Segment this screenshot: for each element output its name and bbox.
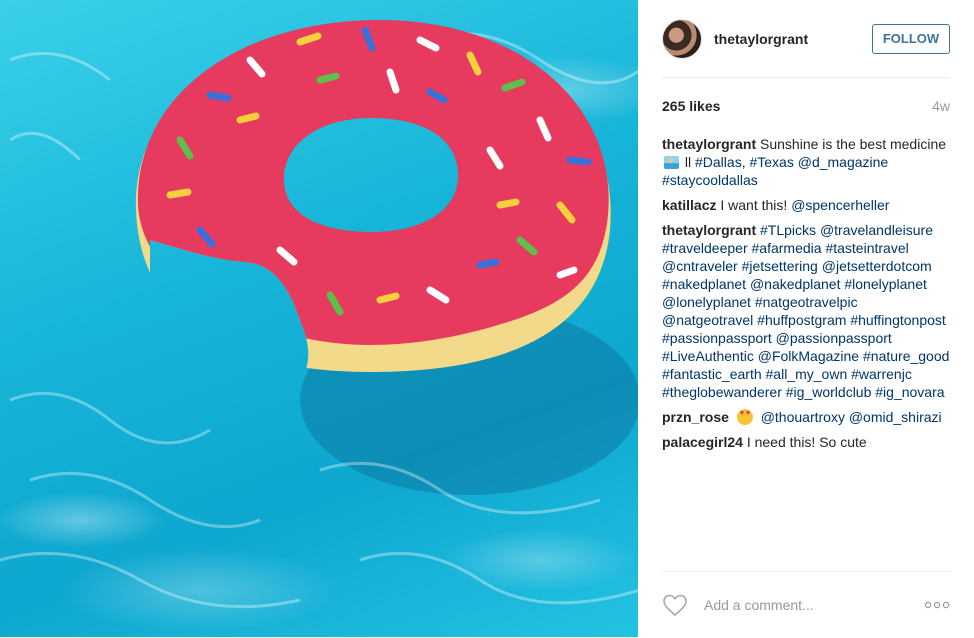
post-meta: 265 likes 4w xyxy=(662,96,950,116)
hashtag-link[interactable]: #tasteintravel xyxy=(825,240,908,256)
donut-float-illustration xyxy=(0,20,638,609)
mention-link[interactable]: @d_magazine xyxy=(798,154,889,170)
comment-text: I want this! xyxy=(720,197,788,213)
instagram-post: thetaylorgrant FOLLOW 265 likes 4w theta… xyxy=(0,0,974,637)
comment-username[interactable]: thetaylorgrant xyxy=(662,222,756,238)
donut-icing xyxy=(137,20,609,345)
hashtag-link[interactable]: #fantastic_earth xyxy=(662,366,762,382)
comment-username[interactable]: katillacz xyxy=(662,197,716,213)
caption: thetaylorgrant Sunshine is the best medi… xyxy=(662,136,947,188)
hashtag-link[interactable]: #lonelyplanet xyxy=(844,276,927,292)
mention-link[interactable]: @cntraveler xyxy=(662,258,738,274)
more-options-icon[interactable] xyxy=(924,601,950,609)
hashtag-link[interactable]: #Texas xyxy=(749,154,793,170)
hashtag-link[interactable]: #TLpicks xyxy=(760,222,816,238)
comment-text: I need this! So cute xyxy=(746,434,867,450)
mention-link[interactable]: @FolkMagazine xyxy=(758,348,859,364)
caption-separator: ll xyxy=(681,154,695,170)
post-photo[interactable] xyxy=(0,0,638,637)
post-time-ago[interactable]: 4w xyxy=(932,98,950,114)
post-header: thetaylorgrant FOLLOW xyxy=(662,0,950,78)
post-author-username[interactable]: thetaylorgrant xyxy=(714,31,872,47)
hashtag-link[interactable]: #warrenjc xyxy=(851,366,912,382)
hashtag-link[interactable]: #traveldeeper xyxy=(662,240,748,256)
heart-icon[interactable] xyxy=(662,593,688,617)
mention-link[interactable]: @travelandleisure xyxy=(820,222,933,238)
hashtag-link[interactable]: #staycooldallas xyxy=(662,172,758,188)
follow-button[interactable]: FOLLOW xyxy=(872,23,950,54)
mention-link[interactable]: @jetsetterdotcom xyxy=(822,258,932,274)
hashtag-link[interactable]: #afarmedia xyxy=(752,240,822,256)
hashtag-link[interactable]: #ig_worldclub xyxy=(786,384,872,400)
mention-link[interactable]: @omid_shirazi xyxy=(849,409,942,425)
comment-username[interactable]: przn_rose xyxy=(662,409,729,425)
hashtag-link[interactable]: #jetsettering xyxy=(742,258,818,274)
hashtag-link[interactable]: #huffingtonpost xyxy=(850,312,946,328)
hashtag-link[interactable]: #all_my_own xyxy=(766,366,848,382)
add-comment-input[interactable] xyxy=(702,596,924,614)
list-item: przn_rose @thouartroxy @omid_shirazi xyxy=(662,408,950,426)
hashtag-link[interactable]: #passionpassport xyxy=(662,330,772,346)
mention-link[interactable]: @lonelyplanet xyxy=(662,294,751,310)
hashtag-link[interactable]: #Dallas xyxy=(695,154,742,170)
hashtag-link[interactable]: #natgeotravelpic xyxy=(755,294,858,310)
comment-username[interactable]: palacegirl24 xyxy=(662,434,743,450)
caption-text: Sunshine is the best medicine xyxy=(760,136,947,152)
list-item: thetaylorgrant #TLpicks @travelandleisur… xyxy=(662,221,950,401)
list-item: katillacz I want this! @spencerheller xyxy=(662,196,950,214)
hashtag-link[interactable]: #theglobewanderer xyxy=(662,384,782,400)
mention-link[interactable]: @passionpassport xyxy=(776,330,892,346)
avatar[interactable] xyxy=(662,18,702,59)
hashtag-link[interactable]: #ig_novara xyxy=(875,384,944,400)
post-details-panel: thetaylorgrant FOLLOW 265 likes 4w theta… xyxy=(638,0,974,637)
hashtag-link[interactable]: #nakedplanet xyxy=(662,276,746,292)
likes-count[interactable]: 265 likes xyxy=(662,98,720,114)
mention-link[interactable]: @nakedplanet xyxy=(750,276,841,292)
comment-composer xyxy=(662,571,950,638)
hashtag-link[interactable]: #huffpostgram xyxy=(757,312,846,328)
caption-username[interactable]: thetaylorgrant xyxy=(662,136,756,152)
mention-link[interactable]: @spencerheller xyxy=(791,197,889,213)
hashtag-link[interactable]: #nature_good xyxy=(863,348,949,364)
hashtag-link[interactable]: #LiveAuthentic xyxy=(662,348,754,364)
mention-link[interactable]: @thouartroxy xyxy=(761,409,845,425)
swimmer-emoji-icon xyxy=(664,156,679,169)
list-item: palacegirl24 I need this! So cute xyxy=(662,433,950,451)
comments-list: thetaylorgrant Sunshine is the best medi… xyxy=(662,135,950,458)
hashtag-list: #TLpicks @travelandleisure #traveldeeper… xyxy=(662,222,949,400)
mention-link[interactable]: @natgeotravel xyxy=(662,312,753,328)
heart-eyes-emoji-icon xyxy=(736,409,753,425)
